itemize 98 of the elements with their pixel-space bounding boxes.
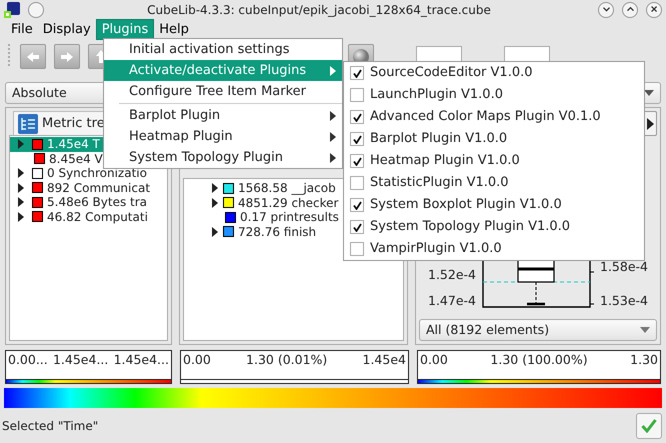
plugin-name: Heatmap Plugin V1.0.0	[370, 152, 520, 170]
checkbox[interactable]	[350, 66, 364, 80]
plugin-toggle-item[interactable]: Heatmap Plugin V1.0.0	[344, 150, 644, 172]
tree-item-label: 5.48e6 Bytes tra	[47, 194, 148, 212]
legend-max-value: 1.45e4	[362, 351, 406, 369]
tree-item-label: 1.45e4 T	[47, 136, 100, 154]
checkbox[interactable]	[350, 132, 364, 146]
plugin-name: SourceCodeEditor V1.0.0	[370, 64, 533, 82]
checkmark-icon	[352, 222, 362, 232]
plugin-name: LaunchPlugin V1.0.0	[370, 86, 503, 104]
axis-tick-label: 1.58e-4	[600, 258, 648, 276]
plugin-toggle-item[interactable]: StatisticPlugin V1.0.0	[344, 172, 644, 194]
maximize-button[interactable]	[622, 2, 638, 18]
axis-tick-label: 1.53e-4	[600, 292, 648, 310]
tree-item[interactable]: 46.82 Computati	[10, 210, 167, 224]
plugin-toggle-item[interactable]: VampirPlugin V1.0.0	[344, 238, 644, 260]
tree-item[interactable]: 1568.58 __jacob	[184, 181, 336, 196]
tree-item-label: 0.17 printresults	[240, 209, 339, 226]
plugin-name: Barplot Plugin V1.0.0	[370, 130, 508, 148]
metric-tree-icon	[18, 114, 38, 134]
dropdown-caret-icon	[644, 90, 654, 96]
legend-min-value: 0.00...	[8, 351, 48, 369]
checkbox[interactable]	[350, 154, 364, 168]
dropdown-caret-icon	[640, 327, 650, 333]
axis-tick-label: 1.52e-4	[428, 266, 476, 284]
tree-item[interactable]: 0.17 printresults	[184, 210, 339, 224]
checkmark-icon	[641, 418, 657, 432]
minimize-icon	[602, 7, 610, 12]
expand-arrow-icon[interactable]	[212, 226, 218, 237]
legend-max-value: 1.30	[630, 351, 658, 369]
tree-item-label: 4851.29 checker	[238, 195, 338, 212]
checkmark-icon	[352, 134, 362, 144]
close-button[interactable]	[646, 2, 662, 18]
plugin-name: System Boxplot Plugin V1.0.0	[370, 196, 562, 214]
expand-arrow-icon[interactable]	[18, 197, 24, 208]
checkmark-icon	[352, 68, 362, 78]
menu-item[interactable]: Plugins	[96, 18, 154, 40]
minimize-button[interactable]	[598, 2, 614, 18]
tree-item[interactable]: 5.48e6 Bytes tra	[10, 195, 167, 210]
tree-item[interactable]: 0 Synchronizatio	[10, 166, 167, 180]
checkbox[interactable]	[350, 220, 364, 234]
tree-item-label: 8.45e4 V	[49, 150, 103, 168]
tree-item[interactable]: 728.76 finish	[184, 224, 316, 239]
expand-arrow-icon[interactable]	[18, 212, 24, 222]
plugin-toggle-item[interactable]: LaunchPlugin V1.0.0	[344, 84, 644, 106]
legend-current-value: 1.45e4...	[52, 351, 108, 369]
back-button[interactable]	[20, 44, 46, 69]
tree-item-label: 728.76 finish	[238, 224, 316, 241]
tree-item[interactable]: 892 Communicat	[10, 180, 167, 195]
plugin-name: StatisticPlugin V1.0.0	[370, 174, 509, 192]
legend-current-value: 1.30 (100.00%)	[490, 351, 588, 369]
plugin-toggle-item[interactable]: System Boxplot Plugin V1.0.0	[344, 194, 644, 216]
plugin-toggle-item[interactable]: Advanced Color Maps Plugin V0.1.0	[344, 106, 644, 128]
plugin-name: Advanced Color Maps Plugin V0.1.0	[370, 108, 601, 126]
tree-item-label: 0 Synchronizatio	[47, 165, 147, 182]
status-ok-button[interactable]	[636, 412, 662, 438]
forward-arrow-icon	[61, 52, 73, 62]
checkmark-icon	[352, 112, 362, 122]
expand-arrow-icon[interactable]	[18, 182, 24, 193]
checkmark-icon	[352, 200, 362, 210]
axis-tick-label: 1.47e-4	[428, 292, 476, 310]
expand-arrow-icon[interactable]	[212, 183, 218, 194]
checkbox[interactable]	[350, 110, 364, 124]
legend-current-value: 1.30 (0.01%)	[246, 351, 328, 369]
checkbox[interactable]	[350, 176, 364, 190]
checkbox[interactable]	[350, 198, 364, 212]
legend-max-value: 1.45e4...	[114, 351, 169, 369]
checkbox[interactable]	[350, 88, 364, 102]
window-title: CubeLib-4.3.3: cubeInput/epik_jacobi_128x64_trace.cube	[146, 2, 492, 18]
plugin-name: System Topology Plugin V1.0.0	[370, 218, 570, 236]
checkbox[interactable]	[350, 242, 364, 256]
forward-button[interactable]	[54, 44, 80, 69]
back-arrow-icon	[27, 52, 39, 62]
maximize-icon	[626, 7, 634, 12]
legend-min-value: 0.00	[183, 351, 211, 369]
expand-arrow-icon[interactable]	[18, 168, 24, 178]
plugin-name: VampirPlugin V1.0.0	[370, 240, 502, 258]
tree-item-label: 46.82 Computati	[47, 208, 148, 226]
right-arrow-icon	[646, 118, 654, 130]
plugin-toggle-item[interactable]: System Topology Plugin V1.0.0	[344, 216, 644, 238]
menu-item[interactable]: File	[6, 20, 38, 38]
window-menu-button[interactable]	[28, 2, 44, 18]
menu-item[interactable]: Help	[154, 20, 194, 38]
plugin-toggle-item[interactable]: Barplot Plugin V1.0.0	[344, 128, 644, 150]
plugin-toggle-item[interactable]: SourceCodeEditor V1.0.0	[344, 62, 644, 84]
status-message: Selected "Time"	[2, 418, 98, 434]
app-logo-icon	[4, 2, 20, 18]
checkmark-icon	[352, 156, 362, 166]
legend-min-value: 0.00	[420, 351, 448, 369]
tree-item[interactable]: 4851.29 checker	[184, 196, 338, 210]
menu-entry[interactable]: Initial activation settings	[104, 39, 342, 60]
menu-entry[interactable]: Activate/deactivate Plugins	[104, 60, 342, 81]
tree-item-label: 892 Communicat	[47, 180, 150, 197]
menu-item[interactable]: Display	[38, 20, 96, 38]
scope-dropdown[interactable]: All (8192 elements)	[419, 319, 657, 341]
close-icon	[650, 6, 658, 13]
tree-item-label: 1568.58 __jacob	[238, 180, 336, 198]
expand-arrow-icon[interactable]	[212, 198, 218, 208]
